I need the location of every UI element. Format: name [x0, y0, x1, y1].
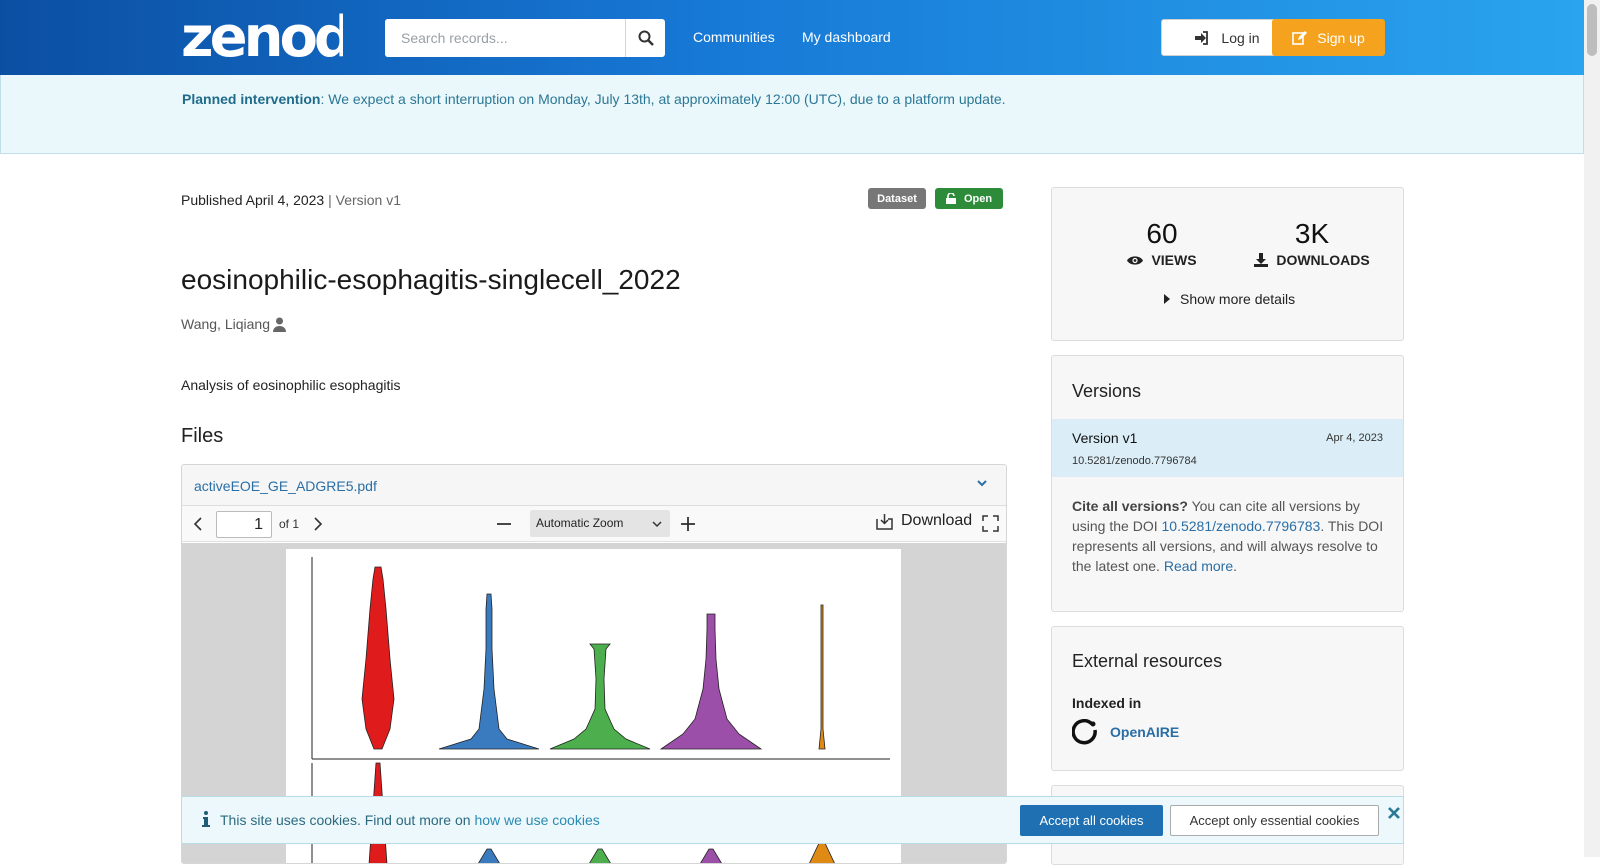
cookie-banner: This site uses cookies. Find out more on… — [181, 796, 1404, 844]
sign-in-icon — [1195, 30, 1209, 45]
violin-4 — [659, 613, 763, 750]
concept-doi-link[interactable]: 10.5281/zenodo.7796783 — [1162, 518, 1321, 534]
openaire-link[interactable]: OpenAIRE — [1072, 719, 1179, 745]
violin-1 — [361, 566, 395, 750]
stats-panel: 60 VIEWS 3K DOWNLOADS Show more details — [1051, 187, 1404, 341]
cookie-policy-link[interactable]: how we use cookies — [474, 812, 599, 828]
downloads-stat: 3K DOWNLOADS — [1242, 218, 1382, 268]
download-button[interactable]: Download — [876, 512, 972, 530]
scrollbar-thumb[interactable] — [1587, 4, 1597, 56]
read-more-link[interactable]: Read more — [1164, 558, 1233, 574]
unlock-icon — [945, 193, 956, 204]
files-heading: Files — [181, 425, 224, 447]
file-name[interactable]: activeEOE_GE_ADGRE5.pdf — [194, 478, 377, 494]
version-item[interactable]: Version v1 Apr 4, 2023 10.5281/zenodo.77… — [1052, 419, 1403, 477]
indexed-in-label: Indexed in — [1072, 695, 1142, 711]
chevron-down-icon[interactable] — [976, 477, 988, 489]
author[interactable]: Wang, Liqiang — [181, 316, 287, 332]
downloads-count: 3K — [1294, 218, 1330, 249]
violin-2 — [438, 593, 540, 750]
login-label: Log in — [1221, 29, 1260, 46]
signup-button[interactable]: Sign up — [1272, 19, 1385, 56]
views-stat: 60 VIEWS — [1117, 218, 1207, 268]
version-label: Version v1 — [335, 192, 402, 208]
downloads-label: DOWNLOADS — [1276, 252, 1370, 268]
versions-panel: Versions Version v1 Apr 4, 2023 10.5281/… — [1051, 355, 1404, 612]
publication-info: Published April 4, 2023 | Version v1 — [181, 192, 401, 208]
search-input[interactable] — [385, 19, 625, 57]
violin-5 — [818, 604, 826, 750]
show-more-details[interactable]: Show more details — [1164, 291, 1295, 307]
versions-heading: Versions — [1072, 381, 1142, 401]
version-date: Apr 4, 2023 — [1326, 432, 1383, 444]
badge-dataset: Dataset — [868, 188, 926, 209]
svg-text:zenodo: zenodo — [181, 6, 343, 62]
zoom-out-icon[interactable] — [496, 516, 512, 532]
edit-icon — [1292, 30, 1308, 45]
zenodo-logo[interactable]: zenodo — [181, 6, 343, 62]
page-total: of 1 — [279, 517, 300, 531]
nav-my-dashboard[interactable]: My dashboard — [802, 29, 891, 45]
info-icon — [202, 811, 210, 827]
previous-page-icon[interactable] — [192, 516, 204, 532]
search-box — [385, 19, 665, 57]
zoom-select[interactable]: Automatic Zoom — [530, 510, 670, 537]
external-resources-panel: External resources Indexed in OpenAIRE — [1051, 626, 1404, 771]
file-header[interactable]: activeEOE_GE_ADGRE5.pdf — [182, 465, 1006, 506]
eye-icon — [1127, 255, 1144, 265]
download-icon — [1254, 253, 1269, 267]
close-icon[interactable] — [1388, 807, 1400, 819]
version-doi: 10.5281/zenodo.7796784 — [1072, 455, 1197, 467]
page-number-input[interactable]: 1 — [216, 511, 272, 538]
accept-all-cookies-button[interactable]: Accept all cookies — [1020, 805, 1163, 836]
nav-communities[interactable]: Communities — [693, 29, 775, 45]
badge-open: Open — [935, 188, 1003, 209]
notice-text: : We expect a short interruption on Mond… — [320, 91, 1006, 107]
chevron-down-icon — [652, 521, 662, 528]
cookie-text: This site uses cookies. Find out more on — [220, 812, 475, 828]
openaire-icon — [1072, 719, 1097, 745]
record-title: eosinophilic-esophagitis-singlecell_2022 — [181, 264, 681, 295]
top-navbar: zenodo Communities My dashboard Log in S… — [0, 0, 1584, 75]
views-count: 60 — [1146, 218, 1178, 249]
version-name[interactable]: Version v1 — [1072, 430, 1137, 446]
published-date: Published April 4, 2023 — [181, 192, 325, 208]
accept-essential-cookies-button[interactable]: Accept only essential cookies — [1170, 805, 1379, 836]
notice-title: Planned intervention — [182, 91, 321, 107]
search-icon — [638, 30, 654, 46]
record-description: Analysis of eosinophilic esophagitis — [181, 377, 401, 393]
violin-3 — [549, 643, 651, 750]
scrollbar-track[interactable] — [1584, 0, 1600, 857]
next-page-icon[interactable] — [312, 516, 324, 532]
download-icon — [876, 513, 893, 530]
pdf-toolbar: 1 of 1 Automatic Zoom Download — [182, 506, 1006, 542]
cite-all-versions: Cite all versions? You can cite all vers… — [1072, 498, 1384, 574]
planned-intervention-banner: Planned intervention: We expect a short … — [0, 75, 1584, 154]
zoom-in-icon[interactable] — [680, 516, 696, 532]
search-button[interactable] — [625, 19, 665, 57]
violin-lower-5 — [809, 840, 835, 863]
separator: | — [328, 192, 332, 208]
caret-right-icon — [1164, 294, 1170, 304]
user-icon — [272, 317, 286, 332]
signup-label: Sign up — [1317, 29, 1365, 46]
external-resources-heading: External resources — [1072, 651, 1223, 671]
author-name: Wang, Liqiang — [181, 316, 270, 332]
fullscreen-icon[interactable] — [982, 515, 999, 532]
views-label: VIEWS — [1151, 252, 1197, 268]
